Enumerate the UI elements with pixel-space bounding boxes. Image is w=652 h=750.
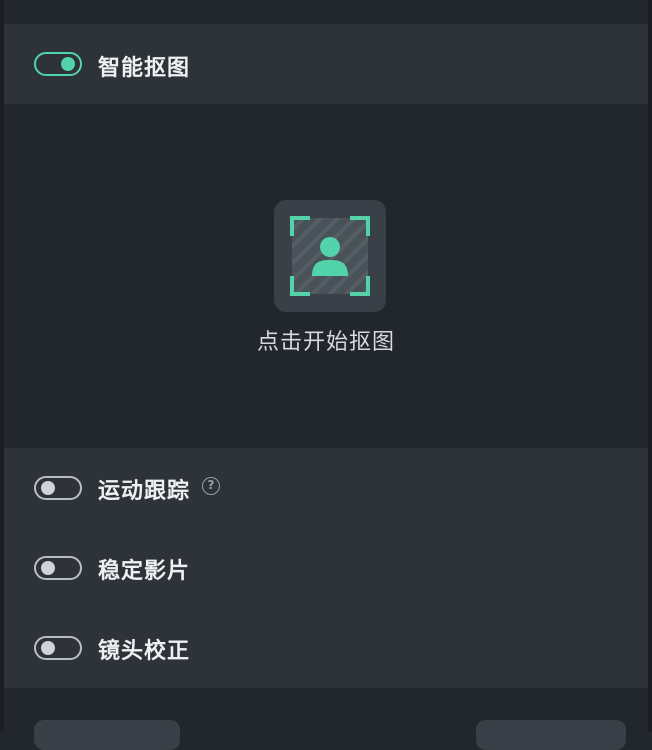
toggle-knob [41,641,55,655]
bottom-bar [4,688,648,750]
toggle-knob [61,57,75,71]
person-matting-icon [290,216,370,296]
bottom-right-button[interactable] [476,720,626,750]
smart-matting-row: 智能抠图 [4,24,648,104]
effects-panel: 智能抠图 点击开始抠图 运动跟踪 ? 稳定影片 镜头校正 [0,0,652,750]
option-motion-tracking: 运动跟踪 ? [4,448,648,528]
motion-tracking-toggle[interactable] [34,476,82,500]
bottom-left-button[interactable] [34,720,180,750]
start-matting-button[interactable] [274,200,386,312]
toggle-knob [41,561,55,575]
options-list: 运动跟踪 ? 稳定影片 镜头校正 [4,448,648,688]
smart-matting-toggle[interactable] [34,52,82,76]
toggle-knob [41,481,55,495]
smart-matting-label: 智能抠图 [98,56,191,81]
start-matting-caption: 点击开始抠图 [256,330,395,355]
top-strip [4,0,648,24]
lens-correction-toggle[interactable] [34,636,82,660]
motion-tracking-label: 运动跟踪 [98,479,191,504]
question-circle-icon[interactable]: ? [202,477,220,495]
option-lens-correction: 镜头校正 [4,608,648,688]
stabilize-video-label: 稳定影片 [98,559,191,584]
stabilize-video-toggle[interactable] [34,556,82,580]
lens-correction-label: 镜头校正 [98,639,191,664]
panel-edge-right [648,0,652,732]
option-stabilize-video: 稳定影片 [4,528,648,608]
matting-preview-area: 点击开始抠图 [4,104,648,448]
